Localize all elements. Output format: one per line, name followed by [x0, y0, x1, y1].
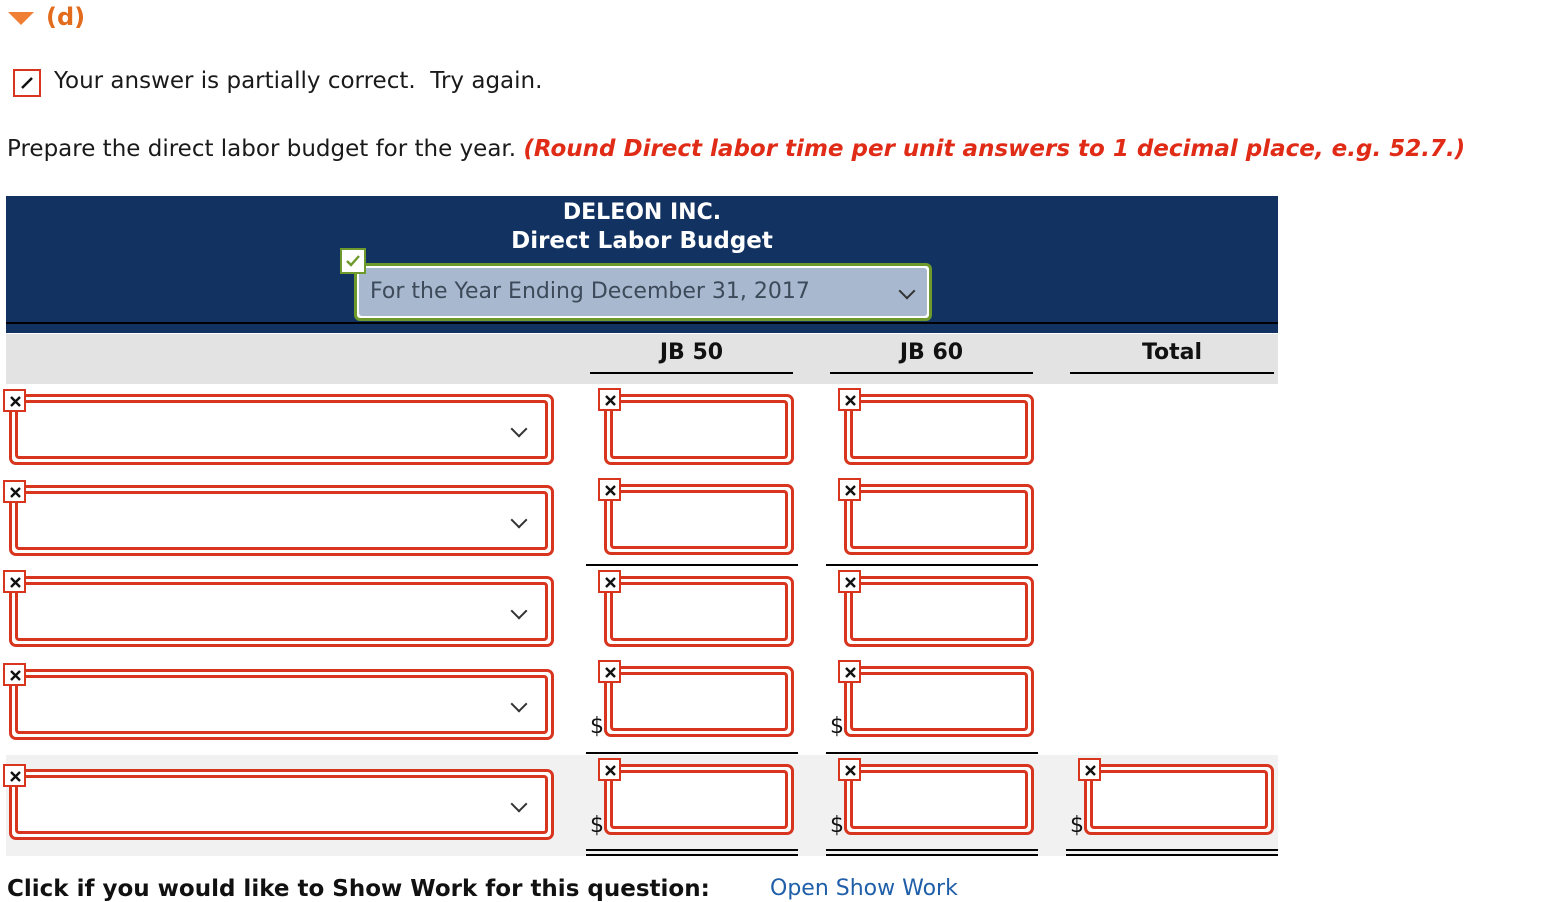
period-select[interactable]: For the Year Ending December 31, 2017 — [354, 263, 932, 321]
instruction-main: Prepare the direct labor budget for the … — [7, 136, 524, 162]
row4-label-select[interactable] — [9, 669, 554, 740]
incorrect-x-icon — [3, 389, 26, 412]
incorrect-x-icon — [598, 570, 621, 593]
incorrect-x-icon — [3, 663, 26, 686]
partial-correct-icon — [13, 69, 41, 97]
row2-jb50-input[interactable] — [604, 484, 794, 555]
total-double-rule — [1066, 849, 1278, 851]
feedback-message: Your answer is partially correct. Try ag… — [54, 68, 543, 94]
incorrect-x-icon — [598, 660, 621, 683]
incorrect-x-icon — [598, 758, 621, 781]
incorrect-x-icon — [838, 660, 861, 683]
row2-label-select[interactable] — [9, 485, 554, 556]
collapse-arrow-icon[interactable] — [8, 12, 34, 25]
row3-jb50-input[interactable] — [604, 576, 794, 647]
chevron-down-icon — [510, 420, 528, 438]
incorrect-x-icon — [838, 570, 861, 593]
incorrect-x-icon — [3, 570, 26, 593]
open-show-work-link[interactable]: Open Show Work — [770, 876, 958, 901]
column-jb60: JB 60 — [899, 340, 964, 365]
column-underline — [830, 372, 1033, 374]
row5-total-input[interactable] — [1084, 764, 1274, 835]
period-select-value: For the Year Ending December 31, 2017 — [370, 279, 810, 304]
dollar-sign: $ — [830, 714, 844, 739]
chevron-down-icon — [510, 602, 528, 620]
row1-jb50-input[interactable] — [604, 394, 794, 465]
dollar-sign: $ — [830, 813, 844, 838]
subtotal-rule — [586, 752, 798, 754]
budget-title: Direct Labor Budget — [511, 228, 773, 254]
incorrect-x-icon — [3, 764, 26, 787]
row3-label-select[interactable] — [9, 576, 554, 647]
total-double-rule — [826, 854, 1038, 856]
row4-jb60-input[interactable] — [844, 666, 1034, 737]
row1-jb60-input[interactable] — [844, 394, 1034, 465]
row1-label-select[interactable] — [9, 394, 554, 465]
header-divider — [6, 322, 1278, 324]
dollar-sign: $ — [590, 813, 604, 838]
row5-jb60-input[interactable] — [844, 764, 1034, 835]
dollar-sign: $ — [1070, 813, 1084, 838]
subtotal-rule — [826, 752, 1038, 754]
incorrect-x-icon — [598, 478, 621, 501]
row2-jb60-input[interactable] — [844, 484, 1034, 555]
rounding-hint: (Round Direct labor time per unit answer… — [523, 136, 1466, 162]
row5-label-select[interactable] — [9, 769, 554, 840]
incorrect-x-icon — [838, 478, 861, 501]
row4-jb50-input[interactable] — [604, 666, 794, 737]
chevron-down-icon — [898, 282, 916, 300]
total-double-rule — [1066, 854, 1278, 856]
chevron-down-icon — [510, 795, 528, 813]
section-label[interactable]: (d) — [46, 3, 85, 31]
show-work-prompt: Click if you would like to Show Work for… — [7, 876, 710, 902]
incorrect-x-icon — [838, 388, 861, 411]
total-double-rule — [586, 854, 798, 856]
dollar-sign: $ — [590, 714, 604, 739]
company-name: DELEON INC. — [562, 200, 722, 225]
column-underline — [590, 372, 793, 374]
chevron-down-icon — [510, 695, 528, 713]
row3-jb60-input[interactable] — [844, 576, 1034, 647]
column-total: Total — [1141, 340, 1203, 365]
subtotal-rule — [826, 564, 1038, 566]
incorrect-x-icon — [598, 388, 621, 411]
row5-jb50-input[interactable] — [604, 764, 794, 835]
incorrect-x-icon — [1078, 758, 1101, 781]
total-double-rule — [826, 849, 1038, 851]
total-double-rule — [586, 849, 798, 851]
correct-check-icon — [340, 248, 366, 274]
incorrect-x-icon — [3, 480, 26, 503]
subtotal-rule — [586, 564, 798, 566]
incorrect-x-icon — [838, 758, 861, 781]
column-jb50: JB 50 — [659, 340, 724, 365]
column-underline — [1070, 372, 1274, 374]
chevron-down-icon — [510, 511, 528, 529]
instruction-text: Prepare the direct labor budget for the … — [7, 136, 1465, 162]
